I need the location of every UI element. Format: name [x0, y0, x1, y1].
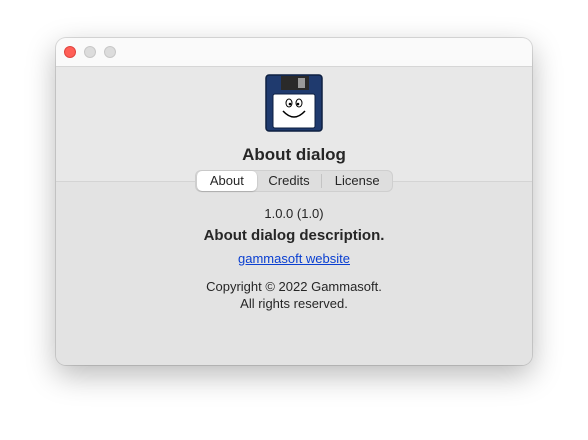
floppy-disk-smiley-icon [265, 74, 323, 132]
app-title: About dialog [242, 145, 346, 164]
title-bar[interactable] [56, 38, 532, 67]
zoom-button[interactable] [104, 46, 116, 58]
copyright-text: Copyright © 2022 Gammasoft. All rights r… [56, 278, 532, 312]
website-container: gammasoft website [56, 251, 532, 266]
tab-license[interactable]: License [322, 171, 392, 191]
website-link[interactable]: gammasoft website [238, 251, 350, 266]
tab-about[interactable]: About [197, 171, 257, 191]
copyright-line: Copyright © 2022 Gammasoft. [206, 279, 382, 294]
description-label: About dialog description. [203, 227, 385, 244]
about-window: About dialog About Credits License 1.0.0… [56, 38, 532, 365]
close-button[interactable] [64, 46, 76, 58]
minimize-button[interactable] [84, 46, 96, 58]
rights-line: All rights reserved. [240, 296, 348, 311]
tab-credits[interactable]: Credits [257, 171, 322, 191]
version-label: 1.0.0 (1.0) [264, 206, 324, 221]
tab-switcher: About Credits License [195, 170, 393, 192]
